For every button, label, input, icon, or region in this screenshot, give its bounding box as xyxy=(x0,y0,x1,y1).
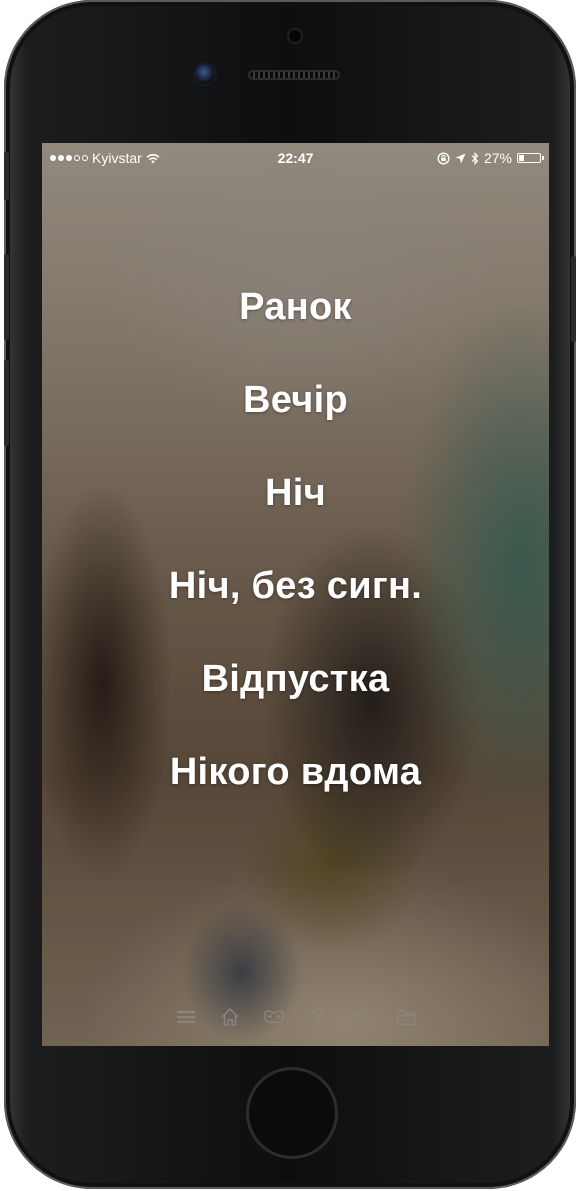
screen: Kyivstar 22:47 27% Ранок Вечір Ніч Ніч, … xyxy=(42,143,549,1046)
music-icon[interactable] xyxy=(350,1005,374,1029)
home-icon[interactable] xyxy=(218,1005,242,1029)
volume-up-button xyxy=(4,254,9,340)
scene-night-no-alarm-button[interactable]: Ніч, без сигн. xyxy=(169,540,422,633)
front-camera xyxy=(195,64,215,84)
scene-evening-button[interactable]: Вечір xyxy=(243,354,348,447)
scene-morning-button[interactable]: Ранок xyxy=(239,261,352,354)
security-mask-icon[interactable] xyxy=(262,1005,286,1029)
mute-switch xyxy=(4,152,9,200)
tab-bar xyxy=(42,988,549,1046)
orientation-lock-icon xyxy=(437,151,450,165)
scene-night-button[interactable]: Ніч xyxy=(265,447,326,540)
battery-icon xyxy=(517,153,544,163)
bluetooth-icon xyxy=(471,151,479,165)
phone-frame: Kyivstar 22:47 27% Ранок Вечір Ніч Ніч, … xyxy=(4,0,576,1189)
key-icon[interactable] xyxy=(306,1005,330,1029)
folder-icon[interactable] xyxy=(394,1005,418,1029)
battery-percentage: 27% xyxy=(483,150,512,166)
scenes-menu: Ранок Вечір Ніч Ніч, без сигн. Відпустка… xyxy=(42,261,549,819)
location-icon xyxy=(455,153,466,163)
earpiece-speaker xyxy=(248,70,340,80)
home-button[interactable] xyxy=(249,1070,335,1156)
volume-down-button xyxy=(4,360,9,446)
scene-vacation-button[interactable]: Відпустка xyxy=(202,633,390,726)
proximity-sensor xyxy=(289,30,301,42)
status-bar: Kyivstar 22:47 27% xyxy=(42,143,549,171)
power-button xyxy=(571,256,576,342)
menu-icon[interactable] xyxy=(174,1005,198,1029)
scene-nobody-home-button[interactable]: Нікого вдома xyxy=(170,726,421,819)
